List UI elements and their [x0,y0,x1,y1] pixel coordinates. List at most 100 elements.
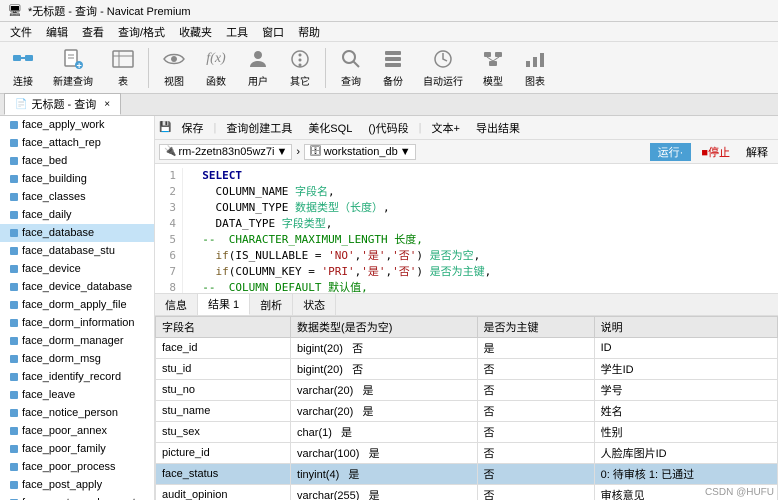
sidebar-item-face-dorm-msg[interactable]: face_dorm_msg [0,350,154,368]
other-icon [288,47,312,71]
toolbar-autorun[interactable]: 自动运行 [416,45,470,91]
cell-primary: 否 [477,464,594,485]
sidebar-item-face-leave[interactable]: face_leave [0,386,154,404]
table-dot-icon [10,175,18,183]
table-row[interactable]: stu_sex char(1) 是 否 性别 [156,422,778,443]
sidebar-item-face-database[interactable]: face_database [0,224,154,242]
sidebar-item-face-dorm-apply-file[interactable]: face_dorm_apply_file [0,296,154,314]
table-dot-icon [10,373,18,381]
content-area: 💾 保存 | 查询创建工具 美化SQL ()代码段 | 文本+ 导出结果 🔌 r… [155,116,778,500]
menu-edit[interactable]: 编辑 [40,22,74,42]
toolbar-backup-label: 备份 [383,73,403,88]
sql-editor[interactable]: 1234 56789 SELECT COLUMN_NAME 字段名, COLUM… [155,164,778,294]
menu-query-format[interactable]: 查询/格式 [112,22,171,42]
toolbar-user[interactable]: 用户 [239,45,277,91]
table-row[interactable]: picture_id varchar(100) 是 否 人脸库图片ID [156,443,778,464]
toolbar-table-label: 表 [118,73,128,88]
sidebar-item-face-building[interactable]: face_building [0,170,154,188]
tab-profile[interactable]: 剖析 [250,294,293,315]
sidebar-item-face-identify-record[interactable]: face_identify_record [0,368,154,386]
toolbar-table[interactable]: 表 [104,45,142,91]
toolbar-other[interactable]: 其它 [281,45,319,91]
cell-primary: 是 [477,338,594,359]
connection-chevron-icon: ▼ [276,146,287,158]
toolbar-backup[interactable]: 备份 [374,45,412,91]
sidebar-item-face-device[interactable]: face_device [0,260,154,278]
table-row[interactable]: audit_opinion varchar(255) 是 否 审核意见 [156,485,778,500]
toolbar-view[interactable]: 视图 [155,45,193,91]
explain-button[interactable]: 解释 [740,143,774,161]
sql-line-8: -- COLUMN_DEFAULT 默认值, [189,280,491,294]
tab-icon: 📄 [15,99,27,110]
sidebar-item-face-dorm-manager[interactable]: face_dorm_manager [0,332,154,350]
toolbar-connect[interactable]: 连接 [4,45,42,91]
run-button[interactable]: 运行· [650,143,692,161]
menu-help[interactable]: 帮助 [292,22,326,42]
sidebar-item-face-database-stu[interactable]: face_database_stu [0,242,154,260]
autorun-icon [431,47,455,71]
sidebar-item-face-poor-process[interactable]: face_poor_process [0,458,154,476]
table-row[interactable]: face_status tinyint(4) 是 否 0: 待审核 1: 已通过 [156,464,778,485]
sidebar-item-face-device-database[interactable]: face_device_database [0,278,154,296]
sidebar-item-face-post-employment[interactable]: face_post_employment [0,494,154,500]
sql-line-4: DATA_TYPE 字段类型, [189,216,491,232]
toolbar-model-label: 模型 [483,73,503,88]
table-dot-icon [10,355,18,363]
cell-primary: 否 [477,380,594,401]
cell-field: stu_name [156,401,291,422]
beautify-sql-button[interactable]: 美化SQL [302,119,358,137]
sidebar-item-face-post-apply[interactable]: face_post_apply [0,476,154,494]
sidebar-item-face-poor-family[interactable]: face_poor_family [0,440,154,458]
toolbar-function[interactable]: f(x) 函数 [197,45,235,91]
sidebar-item-face-poor-annex[interactable]: face_poor_annex [0,422,154,440]
tab-result1[interactable]: 结果 1 [198,294,250,315]
db-selector-bar: 🔌 rm-2zetn83n05wz7i ▼ › 🗄 workstation_db… [155,140,778,164]
toolbar-chart[interactable]: 图表 [516,45,554,91]
table-dot-icon [10,301,18,309]
sidebar-item-face-classes[interactable]: face_classes [0,188,154,206]
sidebar-item-face-bed[interactable]: face_bed [0,152,154,170]
results-area: 信息 结果 1 剖析 状态 字段名 数据类型(是否为空) 是否为主键 说明 [155,294,778,500]
table-row[interactable]: stu_no varchar(20) 是 否 学号 [156,380,778,401]
toolbar-new-query[interactable]: + 新建查询 [46,45,100,91]
table-row[interactable]: stu_id bigint(20) 否 否 学生ID [156,359,778,380]
save-button[interactable]: 保存 [175,119,209,137]
sidebar-item-face-daily[interactable]: face_daily [0,206,154,224]
sidebar-item-face-dorm-information[interactable]: face_dorm_information [0,314,154,332]
sidebar-item-face-apply-work[interactable]: face_apply_work [0,116,154,134]
tab-status[interactable]: 状态 [293,294,336,315]
table-dot-icon [10,139,18,147]
cell-type: varchar(255) 是 [291,485,477,500]
table-icon [111,47,135,71]
database-selector[interactable]: 🗄 workstation_db ▼ [304,144,416,160]
toolbar-model[interactable]: 模型 [474,45,512,91]
tab-close-icon[interactable]: × [104,99,110,110]
menu-tools[interactable]: 工具 [220,22,254,42]
cell-type: char(1) 是 [291,422,477,443]
connection-selector[interactable]: 🔌 rm-2zetn83n05wz7i ▼ [159,144,292,160]
menu-view[interactable]: 查看 [76,22,110,42]
table-row[interactable]: stu_name varchar(20) 是 否 姓名 [156,401,778,422]
cell-comment: 性别 [594,422,777,443]
toolbar-other-label: 其它 [290,73,310,88]
sidebar-item-face-attach-rep[interactable]: face_attach_rep [0,134,154,152]
menu-window[interactable]: 窗口 [256,22,290,42]
toolbar-query[interactable]: 查询 [332,45,370,91]
table-dot-icon [10,463,18,471]
menu-file[interactable]: 文件 [4,22,38,42]
text-button[interactable]: 文本+ [426,119,466,137]
query-icon [339,47,363,71]
table-dot-icon [10,427,18,435]
table-dot-icon [10,265,18,273]
tab-label: 无标题 - 查询 [31,96,96,112]
menu-favorites[interactable]: 收藏夹 [173,22,218,42]
export-results-button[interactable]: 导出结果 [470,119,526,137]
code-snippet-button[interactable]: ()代码段 [362,119,414,137]
sidebar-item-face-notice-person[interactable]: face_notice_person [0,404,154,422]
stop-button[interactable]: ■停止 [695,143,736,161]
table-row[interactable]: face_id bigint(20) 否 是 ID [156,338,778,359]
tab-info[interactable]: 信息 [155,294,198,315]
query-tab[interactable]: 📄 无标题 - 查询 × [4,93,121,115]
sql-content[interactable]: SELECT COLUMN_NAME 字段名, COLUMN_TYPE 数据类型… [189,168,491,294]
query-builder-button[interactable]: 查询创建工具 [220,119,298,137]
